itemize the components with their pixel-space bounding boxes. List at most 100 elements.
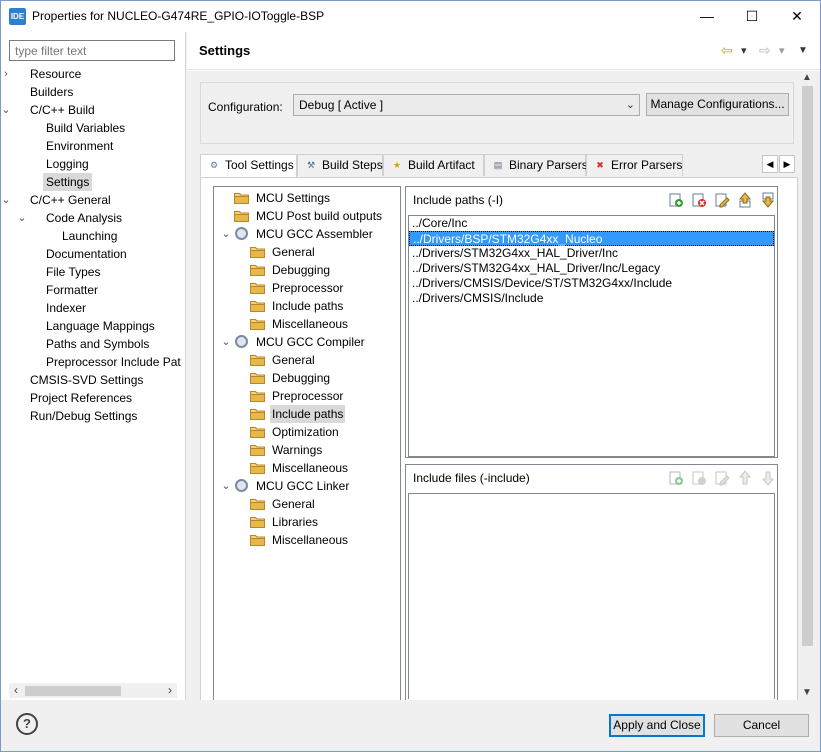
scroll-thumb[interactable] — [25, 686, 121, 696]
edit-file-icon — [714, 470, 730, 486]
tab-bar: ⚙ Tool Settings ⚒ Build Steps ★ Build Artifac… — [200, 154, 798, 177]
gear-icon — [235, 479, 248, 492]
tab-build-steps[interactable]: ⚒ Build Steps — [297, 154, 383, 176]
scroll-right-icon[interactable]: › — [163, 683, 177, 698]
sidebar-item-code-analysis[interactable]: ⌄ Code Analysis — [1, 209, 185, 227]
sidebar-item-builders[interactable]: Builders — [1, 83, 185, 101]
forward-arrow-icon[interactable]: ⇨ — [759, 42, 771, 59]
folder-icon — [234, 191, 249, 204]
sidebar-item-project-references[interactable]: Project References — [1, 389, 185, 407]
sidebar-item-label: CMSIS-SVD Settings — [30, 373, 144, 387]
sidebar-item-logging[interactable]: Logging — [1, 155, 185, 173]
binary-parsers-icon: ▤ — [493, 160, 503, 170]
settings-vertical-scrollbar[interactable]: ▲ ▼ — [799, 72, 815, 698]
back-arrow-icon[interactable]: ⇦ — [721, 42, 733, 59]
configuration-select[interactable]: Debug [ Active ] ⌄ — [293, 94, 640, 116]
include-paths-list[interactable]: ../Core/Inc ../Drivers/BSP/STM32G4xx_Nucl… — [408, 215, 775, 457]
sidebar-item-cmsis-svd-settings[interactable]: CMSIS-SVD Settings — [1, 371, 185, 389]
include-path-row[interactable]: ../Core/Inc — [409, 216, 774, 231]
forward-dropdown-icon[interactable]: ▾ — [779, 44, 785, 57]
properties-window: IDE Properties for NUCLEO-G474RE_GPIO-IO… — [0, 0, 821, 752]
chevron-down-icon[interactable]: ⌄ — [16, 209, 28, 227]
include-path-row[interactable]: ../Drivers/BSP/STM32G4xx_Nucleo — [409, 231, 774, 246]
chevron-down-icon[interactable]: ⌄ — [0, 191, 12, 209]
tool-item-label: MCU GCC Linker — [256, 479, 350, 493]
sidebar-item-language-mappings[interactable]: Language Mappings — [1, 317, 185, 335]
sidebar-item-build-variables[interactable]: Build Variables — [1, 119, 185, 137]
folder-icon — [250, 317, 265, 330]
back-dropdown-icon[interactable]: ▾ — [741, 44, 747, 57]
scroll-left-icon[interactable]: ‹ — [9, 683, 23, 698]
close-button[interactable]: ✕ — [774, 1, 820, 31]
sidebar-item-preprocessor-include-pat[interactable]: Preprocessor Include Pat — [1, 353, 185, 371]
manage-configurations-button[interactable]: Manage Configurations... — [646, 93, 789, 116]
folder-icon — [250, 299, 265, 312]
sidebar-item-label: Builders — [30, 85, 74, 99]
tabs-scroll-left-icon[interactable]: ◀ — [762, 155, 778, 173]
sidebar-item-label: File Types — [46, 265, 101, 279]
sidebar-item-launching[interactable]: Launching — [1, 227, 185, 245]
tab-tool-settings[interactable]: ⚙ Tool Settings — [200, 154, 297, 177]
chevron-right-icon[interactable]: › — [0, 65, 12, 83]
tool-item-label: MCU GCC Assembler — [256, 227, 373, 241]
move-down-icon[interactable] — [760, 192, 776, 208]
chevron-down-icon[interactable]: ⌄ — [220, 225, 232, 243]
add-path-icon[interactable] — [668, 192, 684, 208]
gear-icon — [235, 335, 248, 348]
tab-build-artifact[interactable]: ★ Build Artifact — [383, 154, 484, 176]
sidebar-item-settings[interactable]: Settings — [1, 173, 185, 191]
move-up-icon[interactable] — [737, 192, 753, 208]
edit-path-icon[interactable] — [714, 192, 730, 208]
title-bar: IDE Properties for NUCLEO-G474RE_GPIO-IO… — [1, 1, 820, 32]
sidebar-item-environment[interactable]: Environment — [1, 137, 185, 155]
tab-label: Binary Parsers — [509, 158, 588, 172]
minimize-button[interactable]: — — [684, 1, 730, 31]
sidebar-item-c-c-general[interactable]: ⌄ C/C++ General — [1, 191, 185, 209]
build-artifact-icon: ★ — [392, 160, 402, 170]
tab-binary-parsers[interactable]: ▤ Binary Parsers — [484, 154, 588, 176]
scroll-down-icon[interactable]: ▼ — [799, 687, 815, 698]
sidebar-item-documentation[interactable]: Documentation — [1, 245, 185, 263]
include-path-row[interactable]: ../Drivers/CMSIS/Include — [409, 291, 774, 306]
tool-item-label: Libraries — [272, 515, 319, 529]
nav-tree: › Resource Builders ⌄ C/C++ Build Build Varia… — [1, 65, 185, 425]
scroll-thumb[interactable] — [802, 86, 813, 646]
left-nav-pane: › Resource Builders ⌄ C/C++ Build Build Varia… — [1, 32, 186, 700]
tab-error-parsers[interactable]: ✖ Error Parsers — [586, 154, 683, 176]
chevron-down-icon[interactable]: ⌄ — [220, 477, 232, 495]
sidebar-item-label: Build Variables — [46, 121, 126, 135]
folder-icon — [250, 371, 265, 384]
tabs-scroll-right-icon[interactable]: ▶ — [779, 155, 795, 173]
include-path-row[interactable]: ../Drivers/STM32G4xx_HAL_Driver/Inc — [409, 246, 774, 261]
scroll-up-icon[interactable]: ▲ — [799, 72, 815, 83]
filter-input[interactable] — [9, 40, 175, 61]
apply-and-close-button[interactable]: Apply and Close — [609, 714, 705, 737]
nav-horizontal-scrollbar[interactable]: ‹ › — [9, 683, 177, 698]
include-files-panel: Include files (-include) — [405, 464, 778, 700]
chevron-down-icon[interactable]: ⌄ — [0, 101, 12, 119]
add-file-icon[interactable] — [668, 470, 684, 486]
help-icon[interactable]: ? — [16, 713, 38, 735]
sidebar-item-label: Environment — [46, 139, 114, 153]
sidebar-item-run-debug-settings[interactable]: Run/Debug Settings — [1, 407, 185, 425]
tool-item-label: Include paths — [272, 299, 344, 313]
tool-item-label: Miscellaneous — [272, 533, 349, 547]
sidebar-item-indexer[interactable]: Indexer — [1, 299, 185, 317]
include-path-row[interactable]: ../Drivers/STM32G4xx_HAL_Driver/Inc/Lega… — [409, 261, 774, 276]
include-files-list[interactable] — [408, 493, 775, 699]
sidebar-item-formatter[interactable]: Formatter — [1, 281, 185, 299]
sidebar-item-resource[interactable]: › Resource — [1, 65, 185, 83]
dialog-button-bar: ? Apply and Close Cancel — [1, 700, 820, 751]
chevron-down-icon[interactable]: ⌄ — [220, 333, 232, 351]
sidebar-item-label: Launching — [62, 229, 118, 243]
cancel-button[interactable]: Cancel — [714, 714, 809, 737]
sidebar-item-c-c-build[interactable]: ⌄ C/C++ Build — [1, 101, 185, 119]
view-menu-icon[interactable]: ▼ — [798, 45, 808, 56]
sidebar-item-file-types[interactable]: File Types — [1, 263, 185, 281]
sidebar-item-label: Paths and Symbols — [46, 337, 150, 351]
page-title: Settings — [199, 43, 251, 58]
sidebar-item-paths-and-symbols[interactable]: Paths and Symbols — [1, 335, 185, 353]
include-path-row[interactable]: ../Drivers/CMSIS/Device/ST/STM32G4xx/Inc… — [409, 276, 774, 291]
maximize-button[interactable]: ☐ — [729, 1, 775, 31]
delete-path-icon[interactable] — [691, 192, 707, 208]
